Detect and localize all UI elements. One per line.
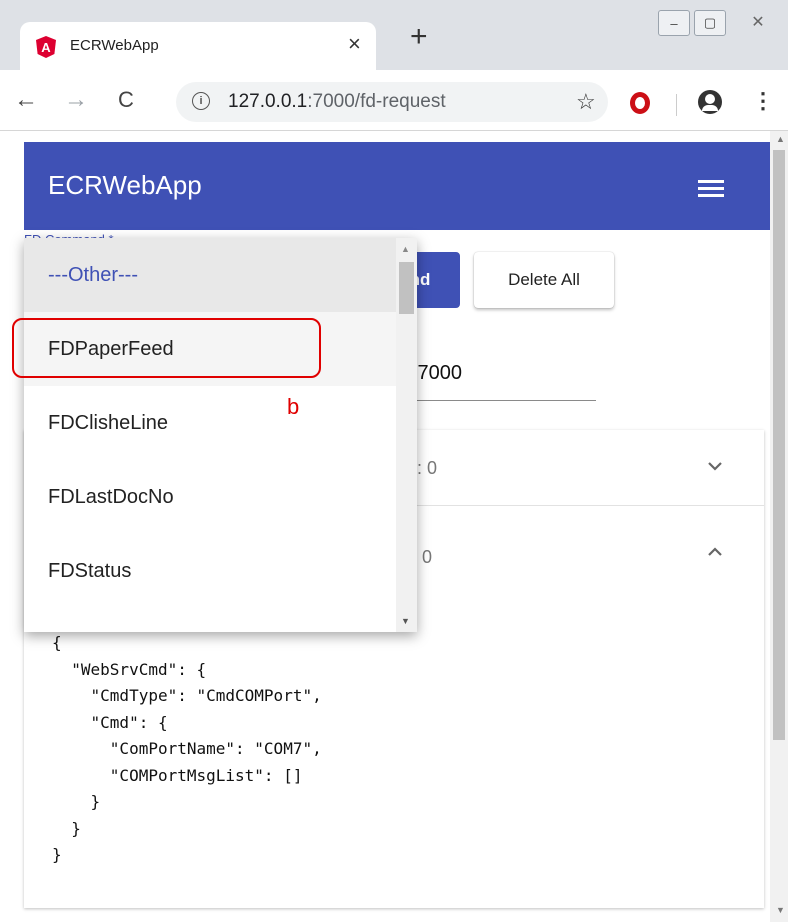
back-icon[interactable]: ← <box>14 86 38 114</box>
scroll-up-icon[interactable]: ▲ <box>776 134 785 144</box>
url-host: 127.0.0.1 <box>228 91 308 112</box>
bookmark-star-icon[interactable]: ☆ <box>576 89 596 115</box>
minimize-icon: – <box>670 15 678 31</box>
angular-icon: A <box>36 36 56 58</box>
dropdown-option-fdstatus[interactable]: FDStatus <box>24 534 396 608</box>
dropdown-option-fdclisheline[interactable]: FDClisheLine <box>24 386 396 460</box>
account-icon[interactable] <box>698 90 722 114</box>
forward-icon[interactable]: → <box>64 86 88 114</box>
close-window-button[interactable]: ✕ <box>738 12 778 32</box>
fd-command-dropdown: ---Other--- FDPaperFeed FDClisheLine FDL… <box>24 238 417 632</box>
browser-titlebar: – ▢ ✕ A ECRWebApp × + <box>0 0 788 74</box>
address-bar[interactable]: i 127.0.0.1:7000/fd-request ☆ <box>176 82 608 122</box>
chevron-down-icon[interactable] <box>706 456 724 479</box>
dropdown-scroll-up-icon[interactable]: ▲ <box>401 244 410 254</box>
annotation-label: b <box>287 394 300 419</box>
hamburger-menu-icon[interactable] <box>698 180 724 198</box>
maximize-button[interactable]: ▢ <box>694 10 726 36</box>
close-icon: ✕ <box>751 14 765 31</box>
info-icon[interactable]: i <box>192 92 210 110</box>
dropdown-scrollbar-thumb[interactable] <box>399 262 414 314</box>
tab-title: ECRWebApp <box>70 37 159 54</box>
reload-icon[interactable]: C <box>118 87 134 113</box>
toolbar-separator <box>676 94 677 116</box>
maximize-icon: ▢ <box>703 15 717 30</box>
browser-menu-icon[interactable]: ⋮ <box>752 88 774 114</box>
url-text[interactable]: 127.0.0.1:7000/fd-request <box>228 91 446 113</box>
new-tab-button[interactable]: + <box>410 20 428 54</box>
browser-tab[interactable]: A ECRWebApp × <box>20 22 376 74</box>
tab-close-icon[interactable]: × <box>348 31 361 57</box>
minimize-button[interactable]: – <box>658 10 690 36</box>
annotation-highlight-box <box>12 318 321 378</box>
dropdown-option-other[interactable]: ---Other--- <box>24 238 396 312</box>
chevron-up-icon[interactable] <box>706 542 724 565</box>
browser-toolbar: ← → C i 127.0.0.1:7000/fd-request ☆ ⋮ <box>0 74 788 131</box>
app-toolbar: ECRWebApp <box>24 142 770 230</box>
dropdown-scroll-down-icon[interactable]: ▼ <box>401 616 410 626</box>
app-title: ECRWebApp <box>48 170 202 200</box>
scroll-down-icon[interactable]: ▼ <box>776 905 785 915</box>
url-path: :7000/fd-request <box>307 91 446 112</box>
dropdown-option-fdlastdocno[interactable]: FDLastDocNo <box>24 460 396 534</box>
json-preview: { "WebSrvCmd": { "CmdType": "CmdCOMPort"… <box>52 633 322 864</box>
port-input-value[interactable]: :7000 <box>412 362 462 385</box>
delete-all-button[interactable]: Delete All <box>474 252 614 308</box>
page-scrollbar-thumb[interactable] <box>773 150 785 740</box>
opera-extension-icon[interactable] <box>630 92 650 114</box>
